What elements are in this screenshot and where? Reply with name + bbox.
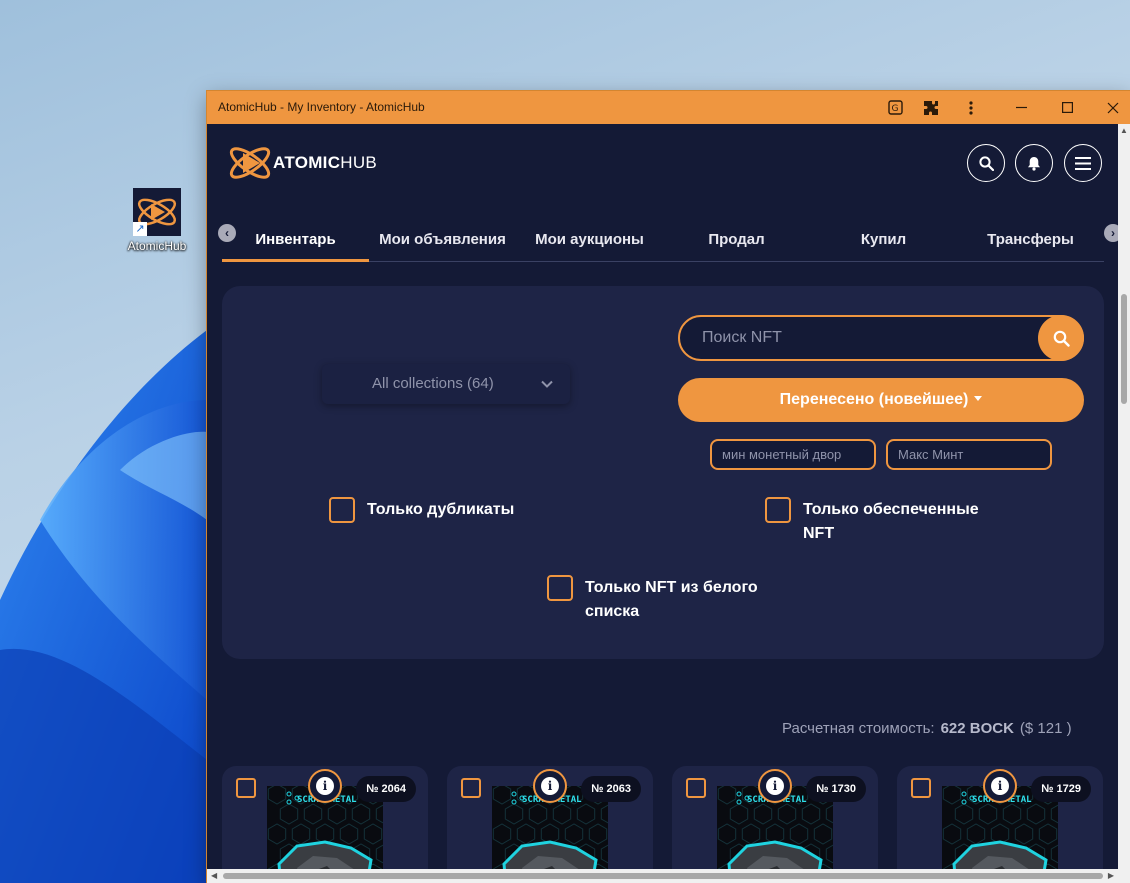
estimated-value-label: Расчетная стоимость: [782, 720, 935, 737]
filter-panel: All collections (64) Перенесено (новейше… [222, 286, 1104, 659]
estimated-value-usd: ($ 121 ) [1019, 720, 1072, 737]
checkbox-square[interactable] [547, 575, 573, 601]
notifications-button[interactable] [1015, 144, 1053, 182]
nft-search-input[interactable] [702, 327, 1002, 349]
window-title: AtomicHub - My Inventory - AtomicHub [218, 100, 425, 114]
desktop-shortcut-atomichub[interactable]: ↗ AtomicHub [124, 188, 190, 253]
minimize-icon[interactable] [1003, 91, 1039, 124]
card-info-button[interactable]: i [533, 769, 567, 803]
browser-window: AtomicHub - My Inventory - AtomicHub G A… [207, 91, 1130, 883]
info-icon: i [316, 777, 334, 795]
inventory-tabs: Инвентарь Мои объявления Мои аукционы Пр… [207, 220, 1118, 262]
active-tab-indicator [222, 259, 369, 262]
maximize-icon[interactable] [1049, 91, 1085, 124]
card-info-button[interactable]: i [983, 769, 1017, 803]
min-mint-input[interactable] [722, 447, 862, 462]
extensions-icon[interactable] [913, 91, 949, 124]
search-button[interactable] [967, 144, 1005, 182]
atomichub-logo[interactable]: ATOMICHUB [225, 138, 377, 188]
atom-logo-icon [229, 147, 271, 179]
tab-transfers[interactable]: Трансферы [957, 220, 1104, 260]
caret-down-icon [974, 396, 983, 401]
search-icon [1053, 330, 1070, 347]
mint-number-badge: № 2063 [581, 776, 641, 802]
nft-card[interactable]: SCRAP METAL i № 2063 [447, 766, 653, 869]
nft-search-submit-button[interactable] [1038, 315, 1084, 361]
horizontal-scrollbar[interactable]: ◀ ▶ [207, 869, 1118, 883]
info-icon: i [766, 777, 784, 795]
mint-number-badge: № 1730 [806, 776, 866, 802]
info-icon: i [541, 777, 559, 795]
card-info-button[interactable]: i [758, 769, 792, 803]
svg-text:G: G [891, 104, 898, 114]
checkbox-square[interactable] [765, 497, 791, 523]
logo-wordmark: ATOMICHUB [273, 153, 378, 172]
desktop-icon-label: AtomicHub [127, 239, 187, 253]
hamburger-icon [1075, 156, 1091, 170]
nft-card[interactable]: SCRAP METAL i № 1729 [897, 766, 1103, 869]
nft-search-box [678, 315, 1084, 361]
duplicates-only-checkbox[interactable]: Только дубликаты [329, 497, 569, 523]
sort-dropdown-label: Перенесено (новейшее) [779, 391, 969, 408]
bell-icon [1028, 156, 1040, 171]
menu-button[interactable] [1064, 144, 1102, 182]
atomichub-app-icon: ↗ [133, 188, 181, 236]
nft-card[interactable]: SCRAP METAL i № 1730 [672, 766, 878, 869]
collection-dropdown-value: All collections (64) [372, 375, 494, 392]
backed-only-checkbox[interactable]: Только обеспеченные NFT [765, 497, 1005, 546]
search-icon [978, 155, 994, 171]
close-icon[interactable] [1095, 91, 1130, 124]
max-mint-input[interactable] [898, 447, 1038, 462]
estimated-value-amount: 622 BOCK [940, 720, 1014, 737]
info-icon: i [991, 777, 1009, 795]
title-bar[interactable]: AtomicHub - My Inventory - AtomicHub G [207, 91, 1130, 124]
scroll-right-arrow-icon[interactable]: ▶ [1108, 871, 1114, 880]
card-info-button[interactable]: i [308, 769, 342, 803]
tab-my-listings[interactable]: Мои объявления [369, 220, 516, 260]
horizontal-scrollbar-thumb[interactable] [223, 873, 1103, 879]
mint-number-badge: № 2064 [356, 776, 416, 802]
mint-number-badge: № 1729 [1031, 776, 1091, 802]
card-select-checkbox[interactable] [236, 778, 256, 798]
card-select-checkbox[interactable] [911, 778, 931, 798]
translate-icon[interactable]: G [877, 91, 913, 124]
checkbox-label: Только NFT из белого списка [585, 579, 758, 620]
sort-dropdown[interactable]: Перенесено (новейшее) [678, 378, 1084, 422]
vertical-scrollbar[interactable]: ▲ [1118, 124, 1130, 883]
card-select-checkbox[interactable] [461, 778, 481, 798]
checkbox-square[interactable] [329, 497, 355, 523]
tab-bought[interactable]: Купил [810, 220, 957, 260]
shortcut-arrow-icon: ↗ [133, 222, 147, 236]
card-select-checkbox[interactable] [686, 778, 706, 798]
vertical-scrollbar-thumb[interactable] [1121, 294, 1127, 404]
nft-card[interactable]: SCRAP METAL i № 2064 [222, 766, 428, 869]
scroll-left-arrow-icon[interactable]: ◀ [211, 871, 217, 880]
tab-sold[interactable]: Продал [663, 220, 810, 260]
more-options-icon[interactable] [953, 91, 989, 124]
min-mint-field [710, 439, 876, 470]
collection-dropdown[interactable]: All collections (64) [322, 364, 570, 404]
checkbox-label: Только обеспеченные NFT [803, 501, 979, 542]
tab-inventory[interactable]: Инвентарь [222, 220, 369, 260]
tab-my-auctions[interactable]: Мои аукционы [516, 220, 663, 260]
page-viewport: ATOMICHUB ‹ › Инвентарь Мои объявления М… [207, 124, 1118, 869]
scroll-up-arrow-icon[interactable]: ▲ [1120, 126, 1128, 135]
chevron-down-icon [541, 380, 553, 388]
whitelist-only-checkbox[interactable]: Только NFT из белого списка [547, 575, 787, 624]
estimated-value: Расчетная стоимость: 622 BOCK ($ 121 ) [782, 720, 1072, 737]
checkbox-label: Только дубликаты [367, 501, 515, 518]
max-mint-field [886, 439, 1052, 470]
